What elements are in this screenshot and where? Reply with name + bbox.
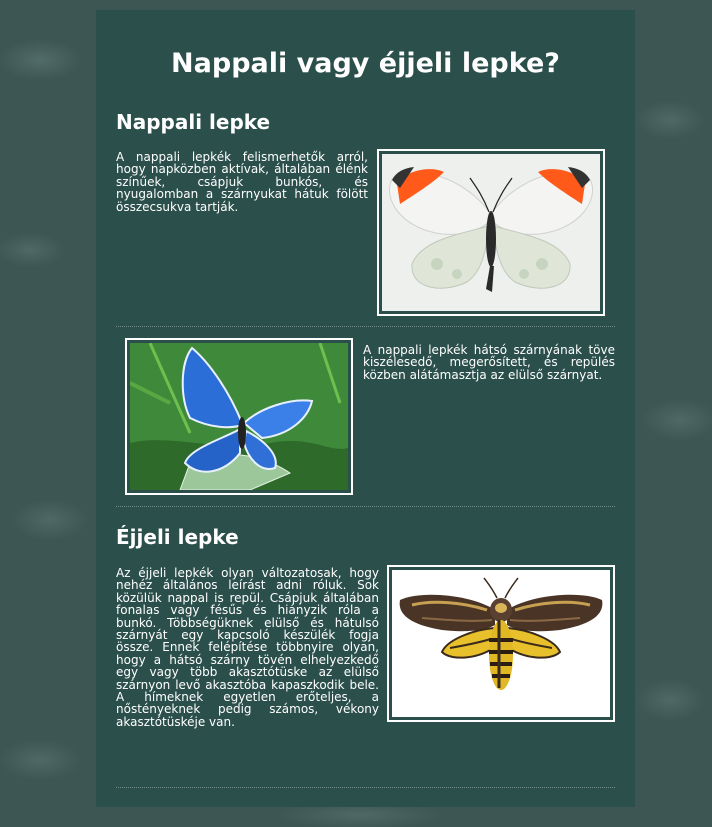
separator	[116, 506, 615, 507]
page-title: Nappali vagy éjjeli lepke?	[171, 48, 560, 79]
death-head-moth-image	[387, 565, 615, 722]
day-section-heading: Nappali lepke	[116, 110, 271, 134]
content-panel: Nappali vagy éjjeli lepke? Nappali lepke…	[96, 10, 635, 807]
night-section-heading: Éjjeli lepke	[116, 525, 239, 549]
blue-butterfly-image	[125, 338, 353, 495]
day-paragraph-1: A nappali lepkék felismerhetők arról, ho…	[116, 150, 368, 214]
orange-tip-butterfly-image	[377, 149, 605, 316]
blue-butterfly-illustration	[130, 343, 348, 490]
day-paragraph-2: A nappali lepkék hátsó szárnyának töve k…	[363, 343, 615, 382]
separator	[116, 326, 615, 327]
death-head-moth-illustration	[392, 570, 610, 717]
separator	[116, 787, 615, 788]
night-paragraph: Az éjjeli lepkék olyan változatosak, hog…	[116, 566, 379, 729]
night-paragraph-block: Az éjjeli lepkék olyan változatosak, hog…	[116, 565, 615, 729]
orange-tip-butterfly-illustration	[382, 154, 600, 311]
